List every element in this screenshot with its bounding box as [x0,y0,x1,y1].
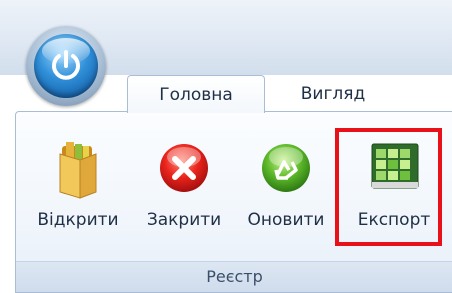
tab-home-label: Головна [159,85,233,105]
refresh-button-label: Оновити [247,210,325,230]
folder-icon [59,142,97,199]
power-symbol-icon [52,50,80,80]
open-button-label: Відкрити [37,210,119,230]
export-spreadsheet-icon [371,143,419,189]
ribbon-panel: Відкрити Закрити Оновити Експорт Реєстр [15,111,452,293]
open-button[interactable]: Відкрити [26,128,130,238]
refresh-icon [262,144,310,192]
tab-view-label: Вигляд [300,84,366,104]
close-button-label: Закрити [146,210,222,230]
close-icon [160,144,208,192]
tab-home[interactable]: Головна [127,75,265,113]
export-button[interactable]: Експорт [346,128,442,238]
refresh-button[interactable]: Оновити [238,128,334,238]
application-menu-button[interactable] [26,26,106,106]
close-button[interactable]: Закрити [136,128,232,238]
export-button-label: Експорт [357,210,431,230]
tab-view[interactable]: Вигляд [278,75,388,111]
group-registry-label: Реєстр [16,261,452,292]
